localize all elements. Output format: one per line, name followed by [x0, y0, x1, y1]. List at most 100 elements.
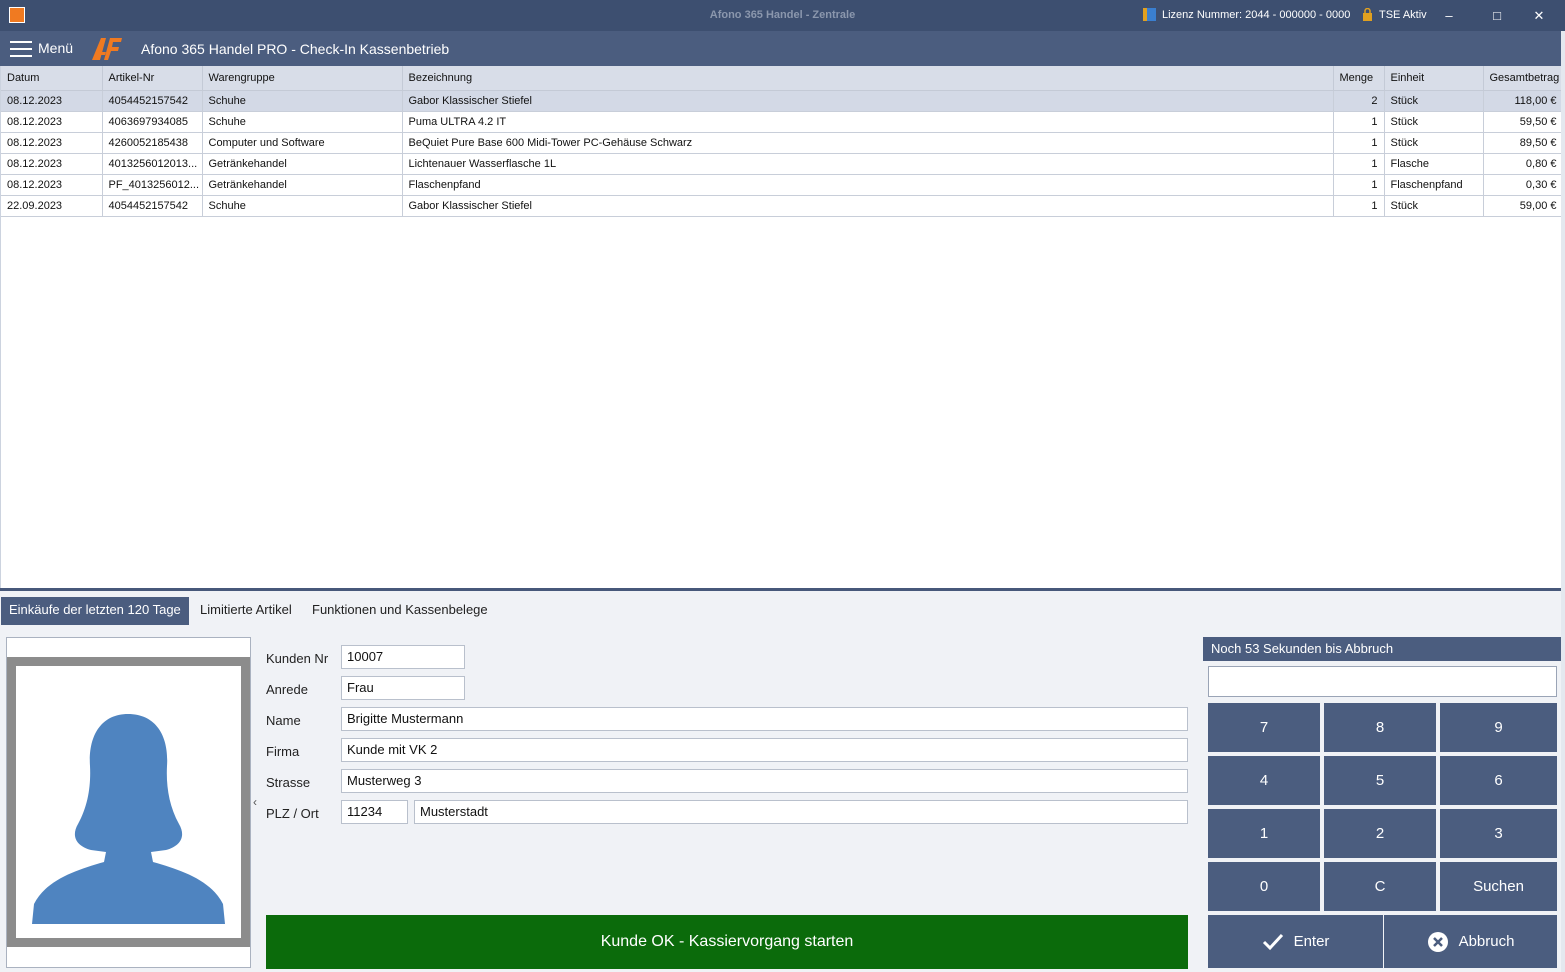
- customer-photo-frame: [6, 637, 251, 968]
- numeric-keypad: Noch 53 Sekunden bis Abbruch 7 8 9 4 5 6…: [1203, 637, 1561, 969]
- cell-artikel-nr: 4063697934085: [102, 111, 203, 133]
- column-header-gesamtbetrag[interactable]: Gesamtbetrag: [1483, 66, 1564, 91]
- cell-artikel-nr: 4054452157542: [102, 90, 203, 112]
- purchases-table: Datum Artikel-Nr Warengruppe Bezeichnung…: [1, 66, 1564, 217]
- hamburger-menu-icon[interactable]: [10, 41, 32, 57]
- key-8[interactable]: 8: [1324, 703, 1436, 752]
- table-row[interactable]: 22.09.2023 4054452157542 Schuhe Gabor Kl…: [1, 195, 1564, 217]
- plz-field[interactable]: 11234: [341, 800, 408, 824]
- cell-artikel-nr: 4054452157542: [102, 195, 203, 217]
- table-row[interactable]: 08.12.2023 4260052185438 Computer und So…: [1, 132, 1564, 154]
- tse-status: TSE Aktiv: [1379, 9, 1427, 21]
- window-titlebar: Afono 365 Handel - Zentrale Lizenz Numme…: [0, 0, 1565, 31]
- window-right-edge: [1561, 31, 1565, 972]
- label-plz-ort: PLZ / Ort: [266, 806, 319, 821]
- cell-warengruppe: Schuhe: [202, 90, 403, 112]
- checkmark-icon: [1262, 934, 1283, 951]
- firma-field[interactable]: Kunde mit VK 2: [341, 738, 1188, 762]
- key-2[interactable]: 2: [1324, 809, 1436, 858]
- column-header-menge[interactable]: Menge: [1333, 66, 1385, 91]
- label-name: Name: [266, 713, 301, 728]
- cell-gesamtbetrag: 59,00 €: [1483, 195, 1564, 217]
- key-9[interactable]: 9: [1440, 703, 1557, 752]
- column-header-bezeichnung[interactable]: Bezeichnung: [402, 66, 1334, 91]
- kunden-nr-field[interactable]: 10007: [341, 645, 465, 669]
- cell-einheit: Stück: [1384, 90, 1484, 112]
- key-6[interactable]: 6: [1440, 756, 1557, 805]
- cell-menge: 1: [1333, 132, 1385, 154]
- column-header-datum[interactable]: Datum: [1, 66, 103, 91]
- page-title: Afono 365 Handel PRO - Check-In Kassenbe…: [141, 41, 450, 57]
- table-row[interactable]: 08.12.2023 4013256012013... Getränkehand…: [1, 153, 1564, 175]
- label-anrede: Anrede: [266, 682, 308, 697]
- key-1[interactable]: 1: [1208, 809, 1320, 858]
- cell-datum: 08.12.2023: [1, 132, 103, 154]
- name-field[interactable]: Brigitte Mustermann: [341, 707, 1188, 731]
- license-number: Lizenz Nummer: 2044 - 000000 - 0000: [1162, 9, 1351, 21]
- strasse-field[interactable]: Musterweg 3: [341, 769, 1188, 793]
- cell-bezeichnung: BeQuiet Pure Base 600 Midi-Tower PC-Gehä…: [402, 132, 1334, 154]
- cell-gesamtbetrag: 89,50 €: [1483, 132, 1564, 154]
- key-5[interactable]: 5: [1324, 756, 1436, 805]
- af-logo: [92, 38, 122, 60]
- ort-field[interactable]: Musterstadt: [414, 800, 1188, 824]
- tab-einkaeufe[interactable]: Einkäufe der letzten 120 Tage: [1, 597, 189, 625]
- close-button[interactable]: ✕: [1516, 0, 1562, 31]
- cell-einheit: Stück: [1384, 111, 1484, 133]
- tab-funktionen-kassenbelege[interactable]: Funktionen und Kassenbelege: [304, 597, 496, 625]
- cell-datum: 08.12.2023: [1, 111, 103, 133]
- customer-panel: ‹ Kunden Nr 10007 Anrede Frau Name Brigi…: [0, 627, 1565, 972]
- tab-limitierte-artikel[interactable]: Limitierte Artikel: [192, 597, 300, 625]
- customer-ok-button[interactable]: Kunde OK - Kassiervorgang starten: [266, 915, 1188, 969]
- column-header-warengruppe[interactable]: Warengruppe: [202, 66, 403, 91]
- enter-button[interactable]: Enter: [1208, 915, 1383, 968]
- cell-warengruppe: Schuhe: [202, 111, 403, 133]
- table-row[interactable]: 08.12.2023 4054452157542 Schuhe Gabor Kl…: [1, 90, 1564, 112]
- cell-gesamtbetrag: 0,80 €: [1483, 153, 1564, 175]
- cell-gesamtbetrag: 59,50 €: [1483, 111, 1564, 133]
- cell-menge: 1: [1333, 174, 1385, 196]
- cell-einheit: Stück: [1384, 195, 1484, 217]
- tab-bar: Einkäufe der letzten 120 Tage Limitierte…: [0, 591, 1565, 627]
- label-firma: Firma: [266, 744, 300, 759]
- cell-bezeichnung: Lichtenauer Wasserflasche 1L: [402, 153, 1334, 175]
- cell-datum: 08.12.2023: [1, 174, 103, 196]
- cell-gesamtbetrag: 0,30 €: [1483, 174, 1564, 196]
- key-3[interactable]: 3: [1440, 809, 1557, 858]
- cell-menge: 2: [1333, 90, 1385, 112]
- key-7[interactable]: 7: [1208, 703, 1320, 752]
- minimize-button[interactable]: –: [1426, 0, 1472, 31]
- cell-artikel-nr: 4260052185438: [102, 132, 203, 154]
- collapse-arrow-icon[interactable]: ‹: [253, 795, 257, 809]
- purchases-grid: Datum Artikel-Nr Warengruppe Bezeichnung…: [0, 66, 1565, 590]
- cell-datum: 08.12.2023: [1, 90, 103, 112]
- cancel-button[interactable]: Abbruch: [1384, 915, 1557, 968]
- countdown-label: Noch 53 Sekunden bis Abbruch: [1203, 637, 1561, 661]
- table-row[interactable]: 08.12.2023 4063697934085 Schuhe Puma ULT…: [1, 111, 1564, 133]
- key-4[interactable]: 4: [1208, 756, 1320, 805]
- table-header-row: Datum Artikel-Nr Warengruppe Bezeichnung…: [1, 66, 1564, 91]
- column-header-artikel-nr[interactable]: Artikel-Nr: [102, 66, 203, 91]
- key-0[interactable]: 0: [1208, 862, 1320, 911]
- search-button[interactable]: Suchen: [1440, 862, 1557, 911]
- app-header: Menü Afono 365 Handel PRO - Check-In Kas…: [0, 31, 1565, 66]
- cell-datum: 22.09.2023: [1, 195, 103, 217]
- cell-menge: 1: [1333, 195, 1385, 217]
- cancel-button-label: Abbruch: [1458, 933, 1515, 950]
- key-clear[interactable]: C: [1324, 862, 1436, 911]
- cell-bezeichnung: Gabor Klassischer Stiefel: [402, 90, 1334, 112]
- cell-artikel-nr: 4013256012013...: [102, 153, 203, 175]
- cell-warengruppe: Getränkehandel: [202, 174, 403, 196]
- label-strasse: Strasse: [266, 775, 311, 790]
- cell-warengruppe: Schuhe: [202, 195, 403, 217]
- license-icon: [1143, 8, 1156, 21]
- table-row[interactable]: 08.12.2023 PF_4013256012... Getränkehand…: [1, 174, 1564, 196]
- label-kunden-nr: Kunden Nr: [266, 651, 329, 666]
- anrede-field[interactable]: Frau: [341, 676, 465, 700]
- enter-button-label: Enter: [1293, 933, 1330, 950]
- menu-button[interactable]: Menü: [38, 40, 73, 56]
- maximize-button[interactable]: □: [1474, 0, 1520, 31]
- cell-bezeichnung: Gabor Klassischer Stiefel: [402, 195, 1334, 217]
- keypad-input[interactable]: [1208, 666, 1557, 697]
- column-header-einheit[interactable]: Einheit: [1384, 66, 1484, 91]
